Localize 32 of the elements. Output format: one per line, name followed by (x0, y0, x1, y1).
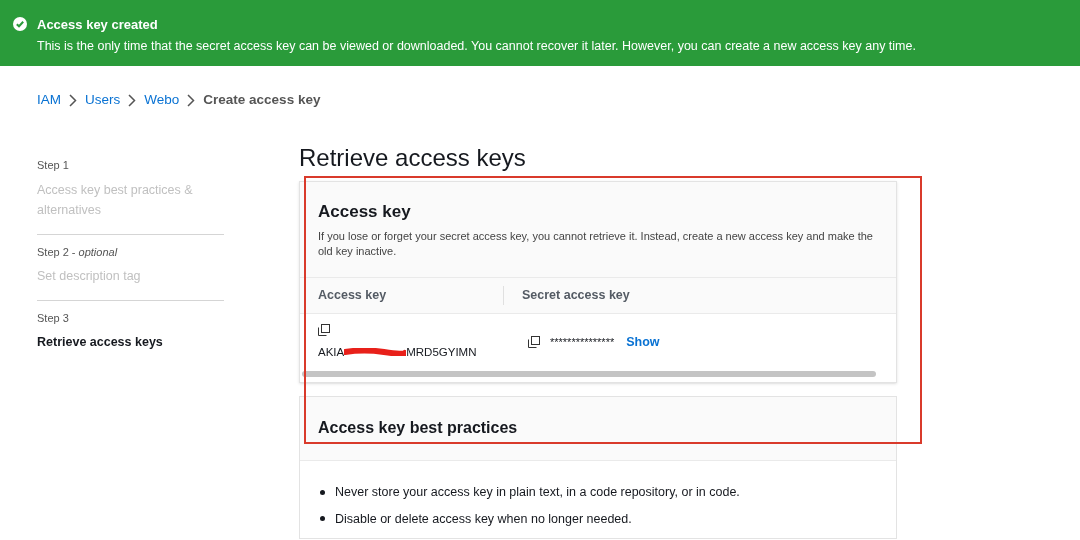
bullet-icon (320, 516, 325, 522)
step-title[interactable]: Retrieve access keys (37, 332, 224, 352)
chevron-right-icon (69, 93, 77, 107)
bullet-icon (320, 489, 325, 495)
show-link[interactable]: Show (626, 332, 660, 352)
card-description: If you lose or forget your secret access key, you cannot retrieve it. Instead, create a new access key and make the old key inactive. (318, 228, 874, 259)
horizontal-scrollbar[interactable] (302, 370, 876, 377)
step-label: Step 2 - optional (37, 244, 119, 260)
card-title: Access key best practices (318, 418, 518, 436)
breadcrumb-link[interactable]: IAM (37, 90, 61, 111)
access-key-value: MRD5GYIMN (406, 344, 477, 360)
practice-item: Never store your access key in plain text, in a code repository, or in code. (335, 483, 740, 501)
step-label: Step 3 (37, 311, 70, 327)
card-title: Access key (318, 201, 412, 224)
chevron-right-icon (128, 93, 137, 107)
secret-key-masked: *************** (550, 335, 615, 350)
page-title: Retrieve access keys (299, 144, 527, 173)
breadcrumb-current: Create access key (203, 91, 321, 109)
step-label: Step 1 (37, 158, 70, 174)
breadcrumb-link[interactable]: Users (85, 90, 121, 111)
banner-message: This is the only time that the secret access key can be viewed or downloaded. You cannot recover it later. However, you can create a new access key any time. (37, 37, 916, 55)
copy-icon[interactable] (318, 323, 330, 336)
banner-title: Access key created (37, 16, 159, 34)
chevron-right-icon (187, 93, 196, 107)
access-key-value: AKIA (318, 344, 345, 360)
column-header: Secret access key (521, 286, 630, 304)
copy-icon[interactable] (528, 336, 540, 349)
practice-item: Disable or delete access key when no longer needed. (335, 510, 632, 528)
column-header: Access key (300, 285, 504, 305)
breadcrumb-link[interactable]: Webo (144, 90, 180, 111)
check-circle-icon (13, 17, 27, 31)
redaction-mark (344, 348, 407, 357)
